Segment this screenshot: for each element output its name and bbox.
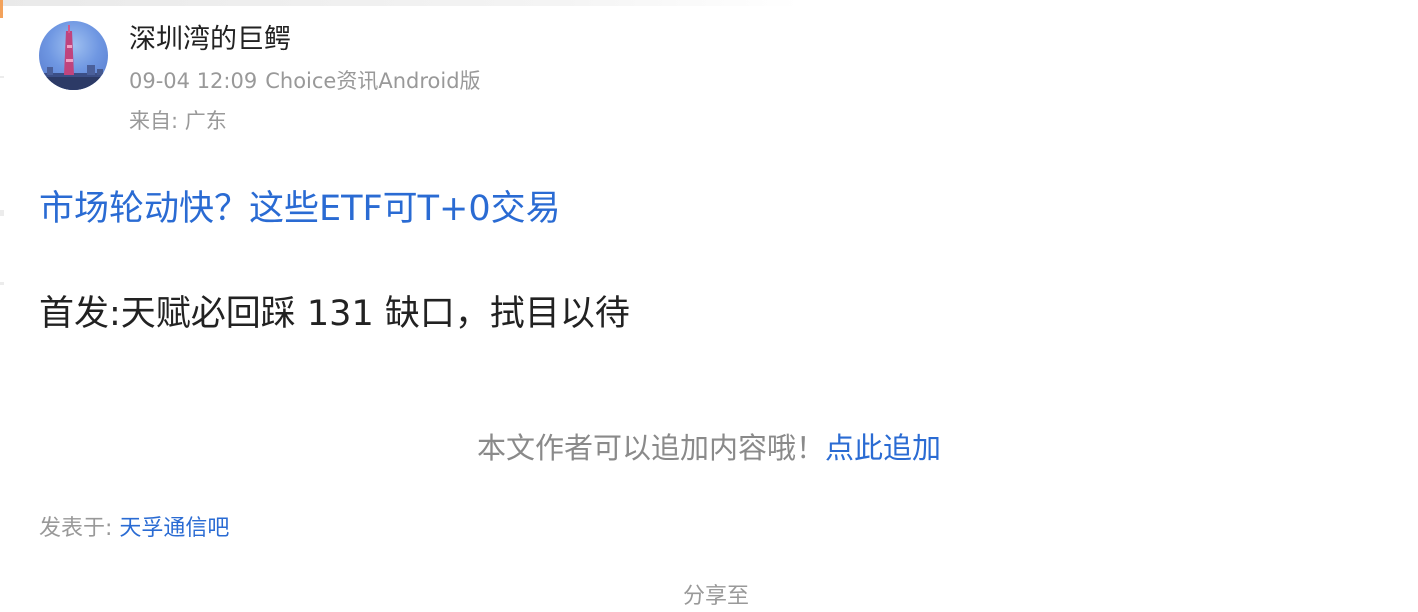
post-meta: 09-04 12:09 Choice资讯Android版 (129, 64, 489, 98)
post-title-link[interactable]: 市场轮动快？这些ETF可T+0交易 (39, 183, 561, 235)
edge-marker (0, 210, 4, 216)
post-datetime: 09-04 12:09 (129, 69, 258, 93)
tv-tower-avatar-icon (39, 25, 108, 90)
author-name[interactable]: 深圳湾的巨鳄 (129, 20, 291, 60)
posted-in-label: 发表于: (39, 516, 120, 541)
post-body: 首发:天赋必回踩 131 缺口，拭目以待 (39, 294, 630, 334)
edge-marker (0, 282, 4, 285)
add-content-hint: 本文作者可以追加内容哦！ (476, 431, 825, 465)
share-to-label: 分享至 (682, 584, 749, 609)
post-location: 来自: 广东 (129, 109, 227, 133)
edge-marker (0, 0, 3, 18)
add-content-link[interactable]: 点此追加 (825, 431, 941, 465)
avatar[interactable] (39, 21, 108, 90)
edge-marker (0, 76, 4, 78)
posted-in: 发表于: 天孚通信吧 (39, 512, 229, 546)
add-content-prompt: 本文作者可以追加内容哦！点此追加 (0, 428, 1418, 468)
post-client: Choice资讯Android版 (265, 69, 481, 93)
top-divider (0, 0, 800, 6)
forum-link[interactable]: 天孚通信吧 (119, 516, 229, 541)
